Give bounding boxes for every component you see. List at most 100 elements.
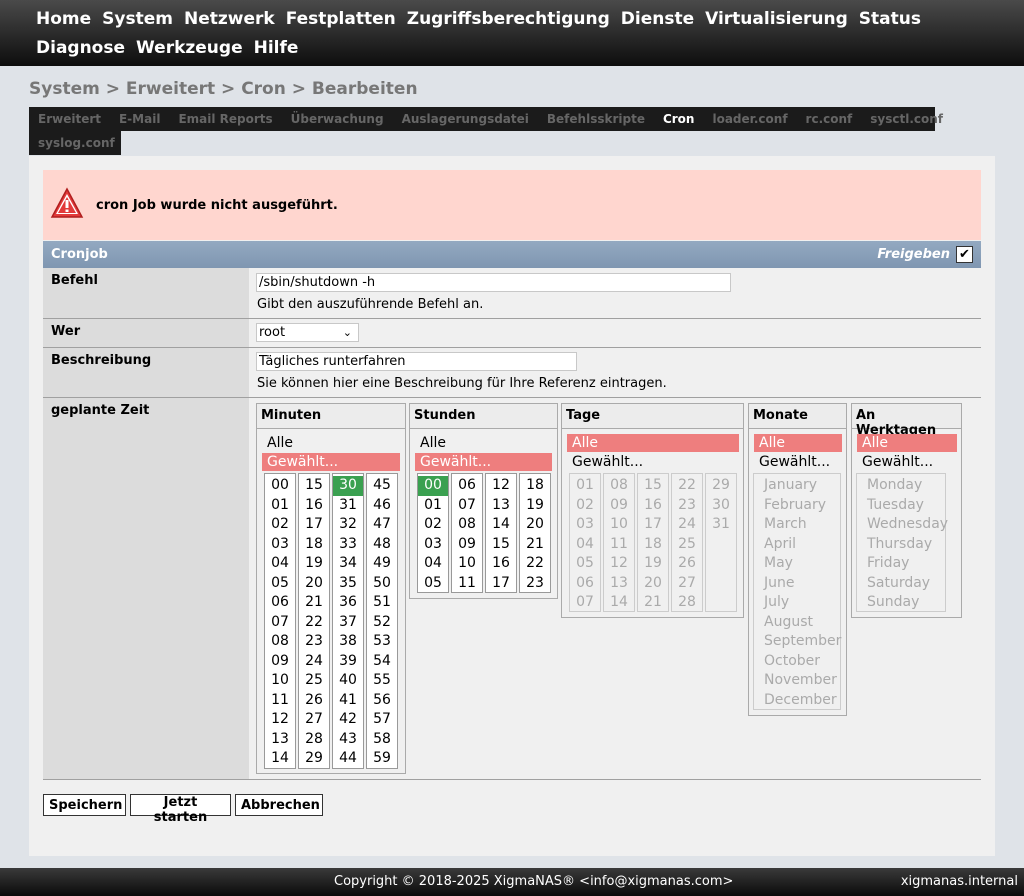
minutes-option[interactable]: 04 — [265, 554, 295, 574]
weekdays-option[interactable]: Thursday — [857, 535, 945, 555]
minutes-option[interactable]: 13 — [265, 730, 295, 750]
days-option[interactable]: 17 — [638, 515, 668, 535]
minutes-option[interactable]: 47 — [367, 515, 397, 535]
minutes-option[interactable]: 10 — [265, 671, 295, 691]
months-option[interactable]: April — [754, 535, 840, 555]
weekdays-option[interactable]: Monday — [857, 476, 945, 496]
days-option[interactable]: 29 — [706, 476, 736, 496]
minutes-option[interactable]: 27 — [299, 710, 329, 730]
hours-option[interactable]: 13 — [486, 496, 516, 516]
hours-option[interactable]: 03 — [418, 535, 448, 555]
minutes-option[interactable]: 38 — [333, 632, 363, 652]
minutes-option[interactable]: 43 — [333, 730, 363, 750]
weekdays-selected-option[interactable]: Gewählt... — [857, 453, 957, 471]
minutes-option[interactable]: 14 — [265, 749, 295, 769]
days-list-column[interactable]: 01 02 03 04 05 06 07 — [569, 473, 601, 612]
days-list-column[interactable]: 08 09 10 11 12 13 14 — [603, 473, 635, 612]
hours-option[interactable]: 10 — [452, 554, 482, 574]
tab-erweitert[interactable]: Erweitert — [38, 112, 101, 126]
nav-item-system[interactable]: System — [102, 5, 173, 34]
days-option[interactable]: 22 — [672, 476, 702, 496]
months-list[interactable]: January February March April May June July Augu… — [753, 473, 841, 710]
days-option[interactable]: 09 — [604, 496, 634, 516]
minutes-option[interactable]: 20 — [299, 574, 329, 594]
months-option[interactable]: May — [754, 554, 840, 574]
minutes-option[interactable]: 55 — [367, 671, 397, 691]
tab-auslagerungsdatei[interactable]: Auslagerungsdatei — [402, 112, 529, 126]
hours-option[interactable]: 21 — [520, 535, 550, 555]
nav-item-festplatten[interactable]: Festplatten — [286, 5, 396, 34]
hours-option[interactable]: 16 — [486, 554, 516, 574]
minutes-option[interactable]: 21 — [299, 593, 329, 613]
minutes-option[interactable]: 42 — [333, 710, 363, 730]
days-option[interactable]: 12 — [604, 554, 634, 574]
months-option[interactable]: February — [754, 496, 840, 516]
minutes-list-column[interactable]: 15 16 17 18 19 20 21 22 23 24 25 26 27 28 29 — [298, 473, 330, 769]
hours-option[interactable]: 04 — [418, 554, 448, 574]
minutes-option[interactable]: 19 — [299, 554, 329, 574]
minutes-option[interactable]: 51 — [367, 593, 397, 613]
weekdays-option[interactable]: Sunday — [857, 593, 945, 613]
minutes-option[interactable]: 32 — [333, 515, 363, 535]
hours-option[interactable]: 01 — [418, 496, 448, 516]
tab-email-reports[interactable]: Email Reports — [178, 112, 272, 126]
minutes-option[interactable]: 49 — [367, 554, 397, 574]
days-option[interactable]: 21 — [638, 593, 668, 613]
minutes-option[interactable]: 54 — [367, 652, 397, 672]
minutes-option[interactable]: 25 — [299, 671, 329, 691]
days-option[interactable]: 26 — [672, 554, 702, 574]
months-selected-option[interactable]: Gewählt... — [754, 453, 842, 471]
nav-item-diagnose[interactable]: Diagnose — [36, 34, 125, 63]
days-option[interactable]: 03 — [570, 515, 600, 535]
days-option[interactable]: 18 — [638, 535, 668, 555]
months-option[interactable]: September — [754, 632, 841, 652]
who-select[interactable]: root ⌄ — [256, 323, 359, 342]
minutes-option[interactable]: 16 — [299, 496, 329, 516]
minutes-option[interactable]: 06 — [265, 593, 295, 613]
tab-befehlsskripte[interactable]: Befehlsskripte — [547, 112, 645, 126]
nav-item-dienste[interactable]: Dienste — [621, 5, 694, 34]
hours-option[interactable]: 11 — [452, 574, 482, 594]
hours-option[interactable]: 06 — [452, 476, 482, 496]
hours-option[interactable]: 22 — [520, 554, 550, 574]
hours-option[interactable]: 19 — [520, 496, 550, 516]
days-option[interactable]: 19 — [638, 554, 668, 574]
weekdays-all-option[interactable]: Alle — [857, 434, 957, 452]
minutes-option[interactable]: 53 — [367, 632, 397, 652]
days-all-option[interactable]: Alle — [567, 434, 739, 452]
days-option[interactable]: 05 — [570, 554, 600, 574]
minutes-option[interactable]: 03 — [265, 535, 295, 555]
hours-option[interactable]: 17 — [486, 574, 516, 594]
hours-list-column[interactable]: 00 01 02 03 04 05 — [417, 473, 449, 593]
nav-item-virtualisierung[interactable]: Virtualisierung — [705, 5, 848, 34]
days-selected-option[interactable]: Gewählt... — [567, 453, 739, 471]
minutes-option[interactable]: 07 — [265, 613, 295, 633]
minutes-option[interactable]: 09 — [265, 652, 295, 672]
minutes-list-column[interactable]: 45 46 47 48 49 50 51 52 53 54 55 56 57 58 59 — [366, 473, 398, 769]
days-list-column[interactable]: 22 23 24 25 26 27 28 — [671, 473, 703, 612]
months-option[interactable]: July — [754, 593, 840, 613]
minutes-option[interactable]: 28 — [299, 730, 329, 750]
months-all-option[interactable]: Alle — [754, 434, 842, 452]
hours-option[interactable]: 20 — [520, 515, 550, 535]
minutes-option[interactable]: 17 — [299, 515, 329, 535]
weekdays-option[interactable]: Tuesday — [857, 496, 945, 516]
tab-syslog-conf[interactable]: syslog.conf — [38, 136, 115, 150]
command-input[interactable] — [256, 273, 731, 292]
tab-loader-conf[interactable]: loader.conf — [712, 112, 787, 126]
minutes-option[interactable]: 30 — [333, 476, 363, 496]
minutes-option[interactable]: 45 — [367, 476, 397, 496]
minutes-option[interactable]: 22 — [299, 613, 329, 633]
minutes-option[interactable]: 57 — [367, 710, 397, 730]
minutes-option[interactable]: 48 — [367, 535, 397, 555]
hours-selected-option[interactable]: Gewählt... — [415, 453, 552, 471]
days-list-column[interactable]: 15 16 17 18 19 20 21 — [637, 473, 669, 612]
hours-option[interactable]: 05 — [418, 574, 448, 594]
hours-list-column[interactable]: 12 13 14 15 16 17 — [485, 473, 517, 593]
hours-option[interactable]: 00 — [418, 476, 448, 496]
minutes-option[interactable]: 12 — [265, 710, 295, 730]
days-option[interactable]: 30 — [706, 496, 736, 516]
minutes-option[interactable]: 50 — [367, 574, 397, 594]
hours-option[interactable]: 02 — [418, 515, 448, 535]
days-option[interactable]: 04 — [570, 535, 600, 555]
